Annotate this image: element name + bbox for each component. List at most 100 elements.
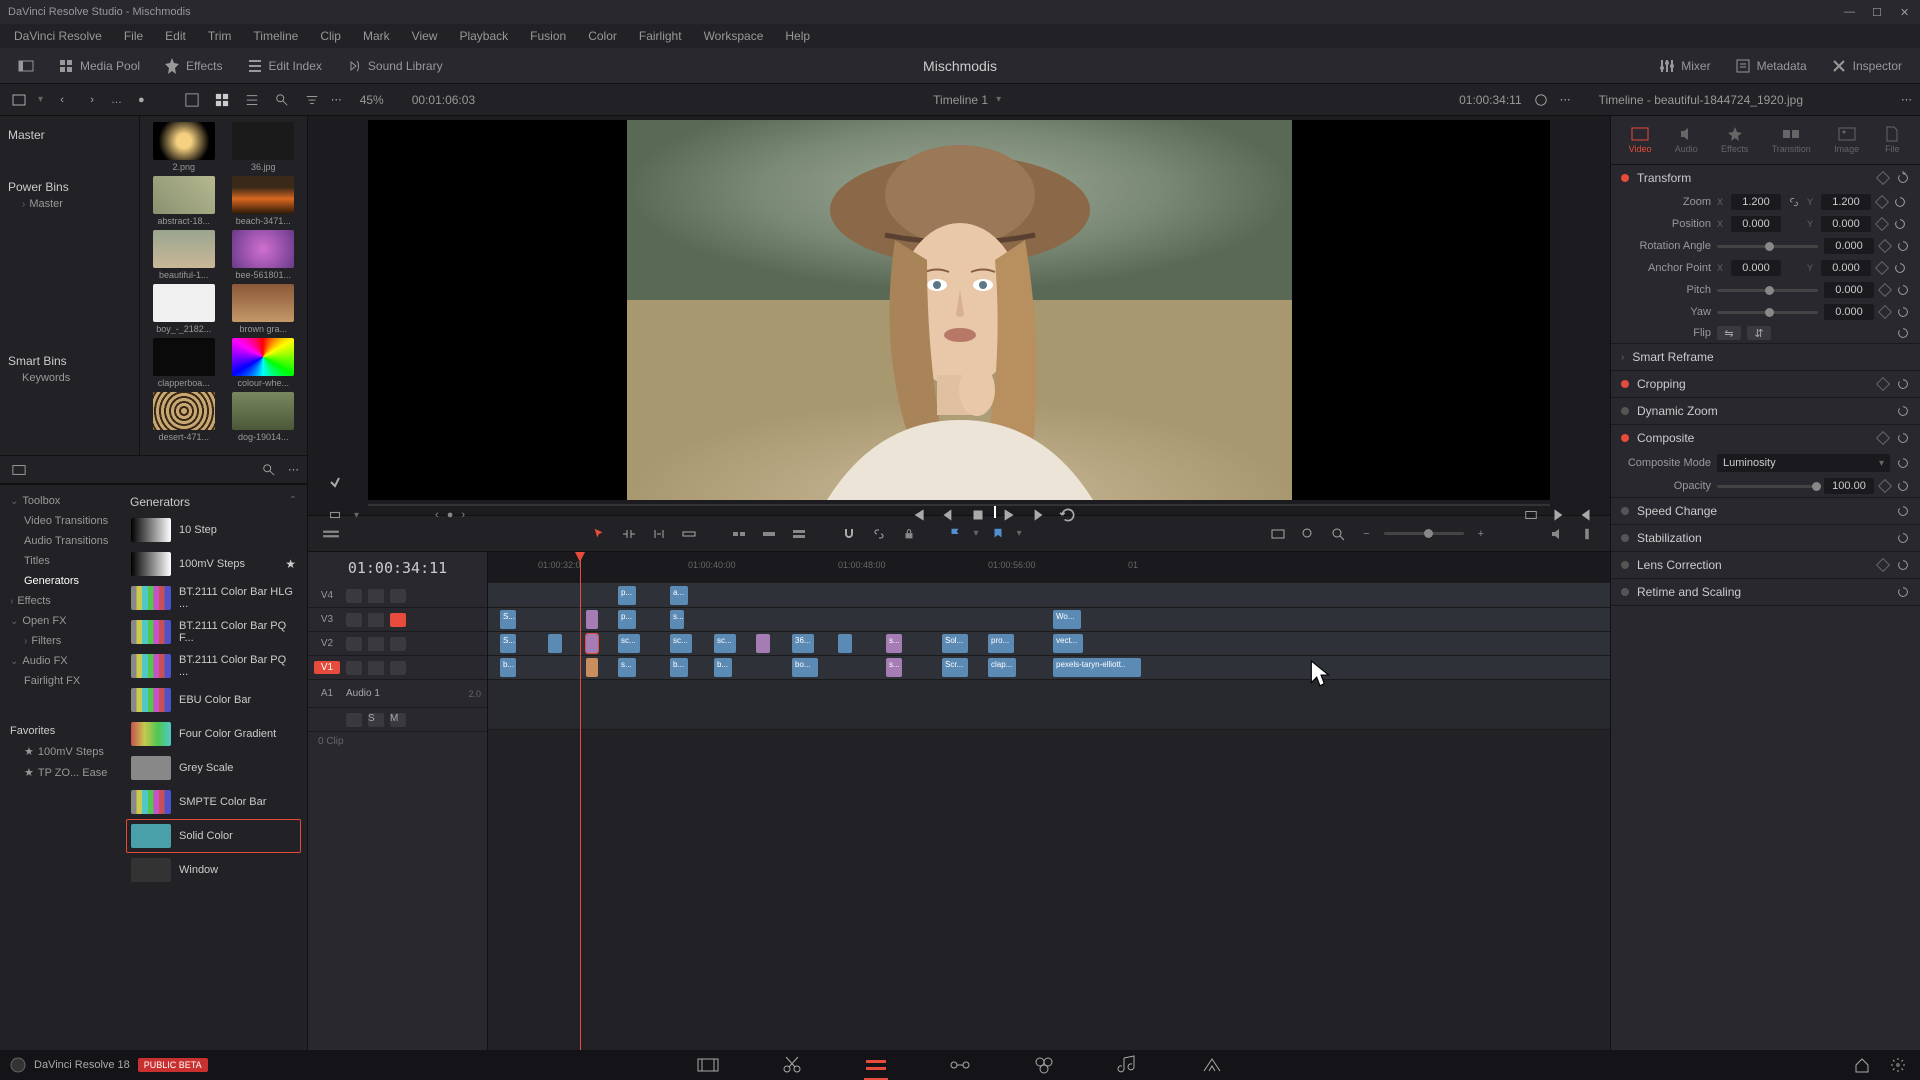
clip[interactable]: bo... — [792, 658, 818, 677]
composite-header[interactable]: Composite — [1611, 425, 1920, 451]
timeline-timecode[interactable]: 01:00:34:11 — [308, 552, 487, 584]
menu-timeline[interactable]: Timeline — [243, 26, 308, 46]
track-a1-controls[interactable]: SM — [308, 708, 487, 732]
menu-clip[interactable]: Clip — [310, 26, 351, 46]
clip[interactable] — [838, 634, 852, 653]
yaw-input[interactable] — [1824, 304, 1874, 320]
prev-edit-icon[interactable]: ‹ — [435, 509, 439, 521]
edit-index-button[interactable]: Edit Index — [237, 52, 332, 80]
menu-playback[interactable]: Playback — [449, 26, 518, 46]
enable-v1[interactable] — [390, 661, 406, 675]
composite-enable-icon[interactable] — [1621, 434, 1629, 442]
track-v2-header[interactable]: V2 — [308, 632, 487, 656]
speed-enable-icon[interactable] — [1621, 507, 1629, 515]
enable-v4[interactable] — [390, 589, 406, 603]
media-thumb[interactable]: 2.png — [146, 122, 222, 172]
audio-transitions-item[interactable]: Audio Transitions — [0, 531, 120, 551]
zoom-level[interactable]: 45% — [360, 93, 384, 107]
keyframe-icon[interactable] — [1876, 171, 1890, 185]
clip[interactable]: S... — [500, 610, 516, 629]
reset-icon[interactable] — [1896, 585, 1910, 599]
zoom-slider[interactable] — [1384, 532, 1464, 535]
zoom-out-icon[interactable]: − — [1357, 528, 1375, 540]
openfx-item[interactable]: ⌄Open FX — [0, 611, 120, 631]
more-icon[interactable]: ⋯ — [331, 93, 342, 106]
fx-search-icon[interactable] — [258, 459, 280, 481]
anchor-y-input[interactable] — [1821, 260, 1871, 276]
pos-x-input[interactable] — [1731, 216, 1781, 232]
clip[interactable]: pexels-taryn-elliott.. — [1053, 658, 1141, 677]
search-icon[interactable] — [271, 89, 293, 111]
viewer-more-icon[interactable]: ⋯ — [1560, 93, 1571, 106]
toggle-panel-icon[interactable] — [8, 52, 44, 80]
keyframe-icon[interactable] — [1878, 283, 1892, 297]
anchor-x-input[interactable] — [1731, 260, 1781, 276]
prev-frame-icon[interactable] — [939, 506, 957, 524]
menu-fusion[interactable]: Fusion — [520, 26, 576, 46]
opacity-slider[interactable] — [1717, 485, 1818, 488]
generators-item[interactable]: Generators — [0, 571, 120, 591]
solo-a1[interactable]: M — [390, 713, 406, 727]
clip[interactable] — [586, 658, 598, 677]
video-transitions-item[interactable]: Video Transitions — [0, 511, 120, 531]
media-page-icon[interactable] — [696, 1055, 720, 1075]
keyframe-icon[interactable] — [1878, 239, 1892, 253]
clip[interactable] — [756, 634, 770, 653]
power-bins[interactable]: Power Bins — [8, 176, 131, 198]
tab-transition[interactable]: Transition — [1768, 122, 1815, 158]
effects-item[interactable]: ›Effects — [0, 591, 120, 611]
cropping-enable-icon[interactable] — [1621, 380, 1629, 388]
dynamic-zoom-header[interactable]: Dynamic Zoom — [1611, 398, 1920, 424]
generator-item[interactable]: Grey Scale — [126, 751, 301, 785]
retime-header[interactable]: Retime and Scaling — [1611, 579, 1920, 605]
menu-view[interactable]: View — [402, 26, 448, 46]
in-out-icon[interactable] — [324, 504, 346, 526]
enable-v2[interactable] — [390, 637, 406, 651]
master-bin[interactable]: Master — [8, 124, 131, 146]
lock-v1[interactable] — [346, 661, 362, 675]
zoom-y-input[interactable] — [1821, 194, 1871, 210]
timeline-ruler[interactable]: 01:00:32:0 01:00:40:00 01:00:48:00 01:00… — [488, 552, 1610, 584]
track-v3[interactable]: S... p... s... Wo... — [488, 608, 1610, 632]
edit-page-icon[interactable] — [864, 1055, 888, 1075]
reset-icon[interactable] — [1896, 558, 1910, 572]
tab-file[interactable]: File — [1878, 122, 1906, 158]
clip[interactable]: pro... — [988, 634, 1014, 653]
pitch-input[interactable] — [1824, 282, 1874, 298]
clip[interactable]: s... — [618, 658, 636, 677]
marker-chevron-icon[interactable]: ▾ — [1017, 528, 1022, 539]
keyframe-icon[interactable] — [1876, 377, 1890, 391]
metadata-button[interactable]: Metadata — [1725, 52, 1817, 80]
media-thumb[interactable]: beautiful-1... — [146, 230, 222, 280]
generator-item[interactable]: EBU Color Bar — [126, 683, 301, 717]
clip[interactable]: 36... — [792, 634, 814, 653]
reset-icon[interactable] — [1896, 326, 1910, 340]
timecode-1[interactable]: 00:01:06:03 — [412, 93, 475, 107]
last-frame-icon[interactable] — [1550, 506, 1568, 524]
inspector-button[interactable]: Inspector — [1821, 52, 1912, 80]
clip[interactable]: a... — [670, 586, 688, 605]
close-button[interactable]: ✕ — [1900, 6, 1912, 18]
keyframe-icon[interactable] — [1878, 479, 1892, 493]
clip[interactable]: clap... — [988, 658, 1016, 677]
rotation-input[interactable] — [1824, 238, 1874, 254]
clip[interactable] — [586, 610, 598, 629]
timecode-2[interactable]: 01:00:34:11 — [1459, 93, 1522, 107]
clip[interactable]: sc... — [714, 634, 736, 653]
menu-mark[interactable]: Mark — [353, 26, 400, 46]
clip[interactable]: Wo... — [1053, 610, 1081, 629]
reset-icon[interactable] — [1893, 195, 1907, 209]
composite-mode-select[interactable]: Luminosity▾ — [1717, 454, 1890, 472]
titles-item[interactable]: Titles — [0, 551, 120, 571]
fx-panel-icon[interactable] — [8, 459, 30, 481]
lens-header[interactable]: Lens Correction — [1611, 552, 1920, 578]
reset-icon[interactable] — [1896, 239, 1910, 253]
reset-icon[interactable] — [1893, 217, 1907, 231]
media-thumb[interactable]: clapperboa... — [146, 338, 222, 388]
tab-image[interactable]: Image — [1830, 122, 1863, 158]
media-thumb[interactable]: 36.jpg — [226, 122, 302, 172]
clip[interactable]: vect... — [1053, 634, 1083, 653]
track-v1-header[interactable]: V1 — [308, 656, 487, 680]
reset-icon[interactable] — [1896, 531, 1910, 545]
bypass-icon[interactable] — [328, 475, 342, 492]
